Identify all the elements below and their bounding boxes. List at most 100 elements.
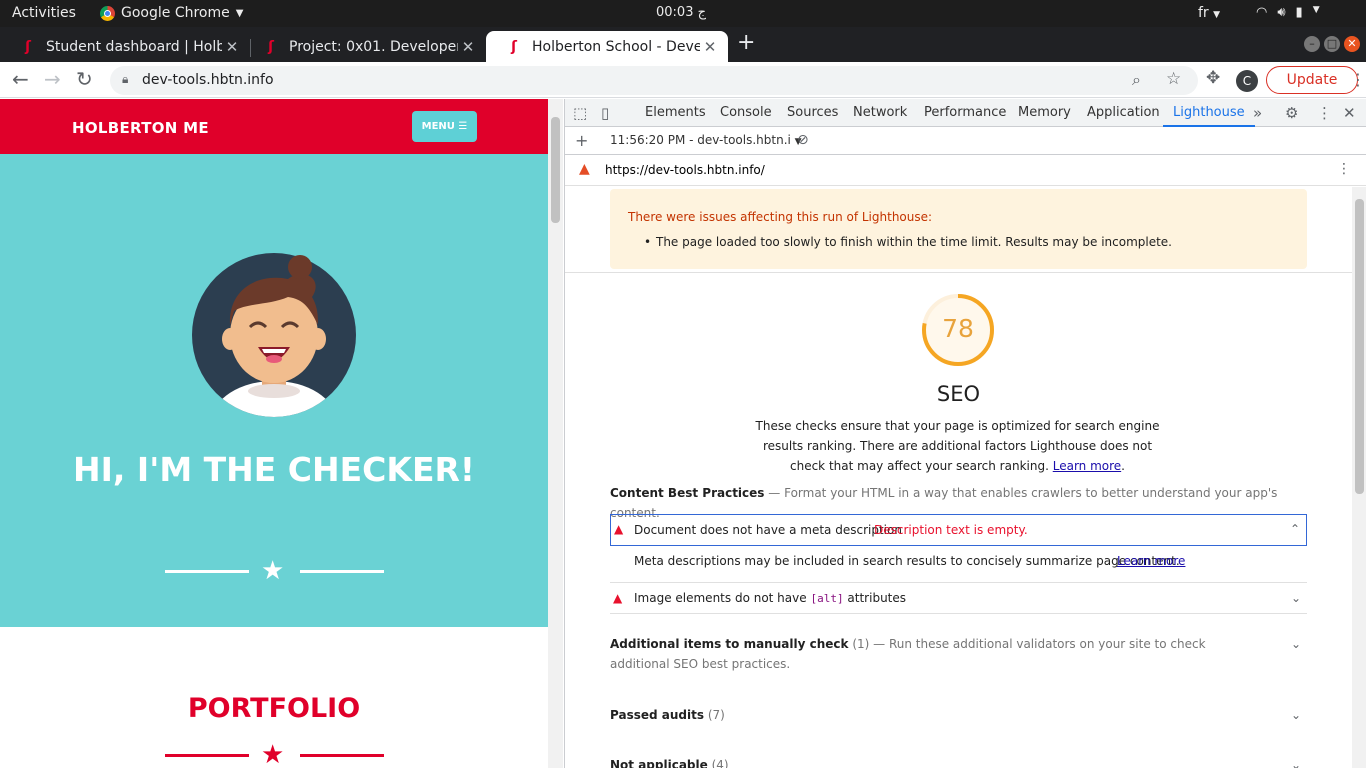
- address-bar[interactable]: 🔒︎ dev-tools.hbtn.info ⌕ ☆: [110, 66, 1198, 95]
- back-button[interactable]: ←: [12, 68, 29, 90]
- inspect-element-icon[interactable]: ⬚: [573, 104, 587, 122]
- devtools-scrollbar[interactable]: [1352, 187, 1366, 768]
- learn-more-link[interactable]: Learn more: [1053, 459, 1121, 473]
- scrollbar-thumb[interactable]: [1355, 199, 1364, 494]
- holberton-favicon: ʃ: [511, 38, 517, 55]
- input-language[interactable]: fr ▼: [1198, 5, 1220, 21]
- group-title: Additional items to manually check: [610, 637, 849, 651]
- new-tab-button[interactable]: +: [737, 31, 755, 55]
- chevron-down-icon[interactable]: ⌄: [1291, 755, 1301, 768]
- learn-more-link[interactable]: Learn more: [1117, 554, 1185, 568]
- activities-button[interactable]: Activities: [12, 5, 76, 21]
- report-menu-icon[interactable]: ⋮: [1337, 161, 1351, 177]
- chevron-down-icon[interactable]: ⌄: [1291, 591, 1301, 605]
- menu-button[interactable]: MENU ☰: [412, 111, 477, 142]
- group-title: Not applicable: [610, 758, 708, 768]
- lock-icon[interactable]: 🔒︎: [122, 72, 128, 87]
- tab-application[interactable]: Application: [1087, 105, 1160, 120]
- reload-button[interactable]: ↻: [76, 68, 93, 90]
- devtools-panel: ⬚ ▯ Elements Console Sources Network Per…: [564, 99, 1366, 768]
- chevron-down-icon[interactable]: ⌄: [1291, 705, 1301, 725]
- tab-elements[interactable]: Elements: [645, 105, 706, 120]
- chevron-down-icon[interactable]: ⌄: [1291, 634, 1301, 654]
- devtools-menu-icon[interactable]: ⋮: [1317, 104, 1332, 122]
- app-menu[interactable]: Google Chrome ▼: [100, 5, 243, 21]
- tab-memory[interactable]: Memory: [1018, 105, 1071, 120]
- tab-network[interactable]: Network: [853, 105, 907, 120]
- category-description: These checks ensure that your page is op…: [755, 419, 1160, 473]
- browser-tab[interactable]: ʃ Student dashboard | Holberton ✕: [0, 31, 250, 62]
- close-window-button[interactable]: ✕: [1344, 36, 1360, 52]
- wifi-icon: ◠: [1256, 5, 1268, 20]
- browser-tab[interactable]: ʃ Project: 0x01. Developer tools ✕: [243, 31, 486, 62]
- hero-headline: HI, I'M THE CHECKER!: [73, 450, 475, 489]
- lighthouse-report: There were issues affecting this run of …: [565, 187, 1352, 768]
- new-report-button[interactable]: +: [575, 131, 588, 150]
- forward-button[interactable]: →: [44, 68, 61, 90]
- volume-icon: 🔊︎: [1277, 5, 1286, 20]
- audit-title: Document does not have a meta descriptio…: [634, 523, 902, 537]
- tab-title: Holberton School - Developer tools: [532, 38, 700, 55]
- audit-meta-description[interactable]: ▲ Document does not have a meta descript…: [610, 514, 1307, 546]
- tab-lighthouse[interactable]: Lighthouse: [1163, 105, 1255, 127]
- battery-icon: ▮: [1295, 5, 1303, 20]
- minimize-button[interactable]: –: [1304, 36, 1320, 52]
- tab-performance[interactable]: Performance: [924, 105, 1006, 120]
- tab-sources[interactable]: Sources: [787, 105, 838, 120]
- chevron-up-icon[interactable]: ⌃: [1290, 522, 1300, 536]
- clear-icon[interactable]: ⊘: [797, 132, 809, 148]
- extensions-puzzle-icon[interactable]: ✥: [1206, 68, 1220, 88]
- url-text[interactable]: dev-tools.hbtn.info: [142, 72, 274, 88]
- maximize-button[interactable]: □: [1324, 36, 1340, 52]
- close-icon[interactable]: ✕: [222, 38, 242, 56]
- category-title: SEO: [936, 382, 981, 406]
- fail-triangle-icon: ▲: [614, 522, 624, 536]
- portfolio-heading: PORTFOLIO: [187, 693, 361, 724]
- warning-item: The page loaded too slowly to finish wit…: [644, 235, 1172, 249]
- language-label: fr: [1198, 5, 1209, 21]
- page-scrollbar[interactable]: [548, 99, 563, 768]
- fail-triangle-icon: ▲: [613, 591, 623, 605]
- update-button[interactable]: Update: [1266, 66, 1358, 94]
- separator: [610, 613, 1307, 614]
- tab-title: Project: 0x01. Developer tools: [289, 38, 458, 55]
- manual-checks-group[interactable]: Additional items to manually check (1) —…: [610, 634, 1307, 674]
- scrollbar-thumb[interactable]: [551, 117, 560, 223]
- avatar-illustration: [192, 253, 356, 417]
- chrome-menu-icon[interactable]: ⋮: [1350, 70, 1366, 89]
- bookmark-star-icon[interactable]: ☆: [1166, 69, 1181, 89]
- tab-console[interactable]: Console: [720, 105, 772, 120]
- audit-image-alt[interactable]: ▲ Image elements do not have [alt] attri…: [610, 591, 1307, 611]
- audit-title-post: attributes: [847, 591, 907, 605]
- app-name: Google Chrome: [121, 5, 230, 21]
- report-select[interactable]: 11:56:20 PM - dev-tools.hbtn.i ▼: [610, 133, 802, 147]
- settings-gear-icon[interactable]: ⚙: [1285, 104, 1298, 122]
- score-gauge: [922, 294, 994, 366]
- profile-avatar[interactable]: C: [1236, 70, 1258, 92]
- separator: [610, 582, 1307, 583]
- device-toolbar-icon[interactable]: ▯: [601, 104, 609, 122]
- browser-tab-active[interactable]: ʃ Holberton School - Developer tools ✕: [486, 31, 728, 62]
- site-navbar: HOLBERTON ME MENU ☰: [0, 99, 548, 154]
- audit-detail-text: Meta descriptions may be included in sea…: [634, 554, 1180, 568]
- system-tray[interactable]: ◠ 🔊︎ ▮ ▼: [1256, 5, 1320, 20]
- devtools-tabbar: ⬚ ▯ Elements Console Sources Network Per…: [565, 99, 1366, 127]
- close-icon[interactable]: ✕: [700, 38, 720, 56]
- zoom-icon[interactable]: ⌕: [1132, 70, 1141, 90]
- separator: [565, 272, 1352, 273]
- audit-title: Image elements do not have [alt] attribu…: [634, 591, 906, 605]
- site-brand[interactable]: HOLBERTON ME: [72, 119, 209, 137]
- tab-title: Student dashboard | Holberton: [46, 38, 222, 55]
- close-icon[interactable]: ✕: [458, 38, 478, 56]
- not-applicable-group[interactable]: Not applicable (4) ⌄: [610, 755, 1307, 768]
- divider-line: [300, 570, 384, 573]
- close-icon[interactable]: ✕: [1343, 104, 1356, 122]
- group-title: Content Best Practices: [610, 486, 765, 500]
- clock[interactable]: 00:03 ج: [656, 5, 706, 20]
- report-url[interactable]: https://dev-tools.hbtn.info/: [605, 163, 765, 177]
- hero-section: HI, I'M THE CHECKER! ★: [0, 154, 548, 627]
- more-tabs-icon[interactable]: »: [1253, 104, 1262, 122]
- passed-audits-group[interactable]: Passed audits (7) ⌄: [610, 705, 1307, 725]
- tab-strip: ʃ Student dashboard | Holberton ✕ ʃ Proj…: [0, 27, 1366, 62]
- lighthouse-logo-icon: ▲: [579, 161, 590, 177]
